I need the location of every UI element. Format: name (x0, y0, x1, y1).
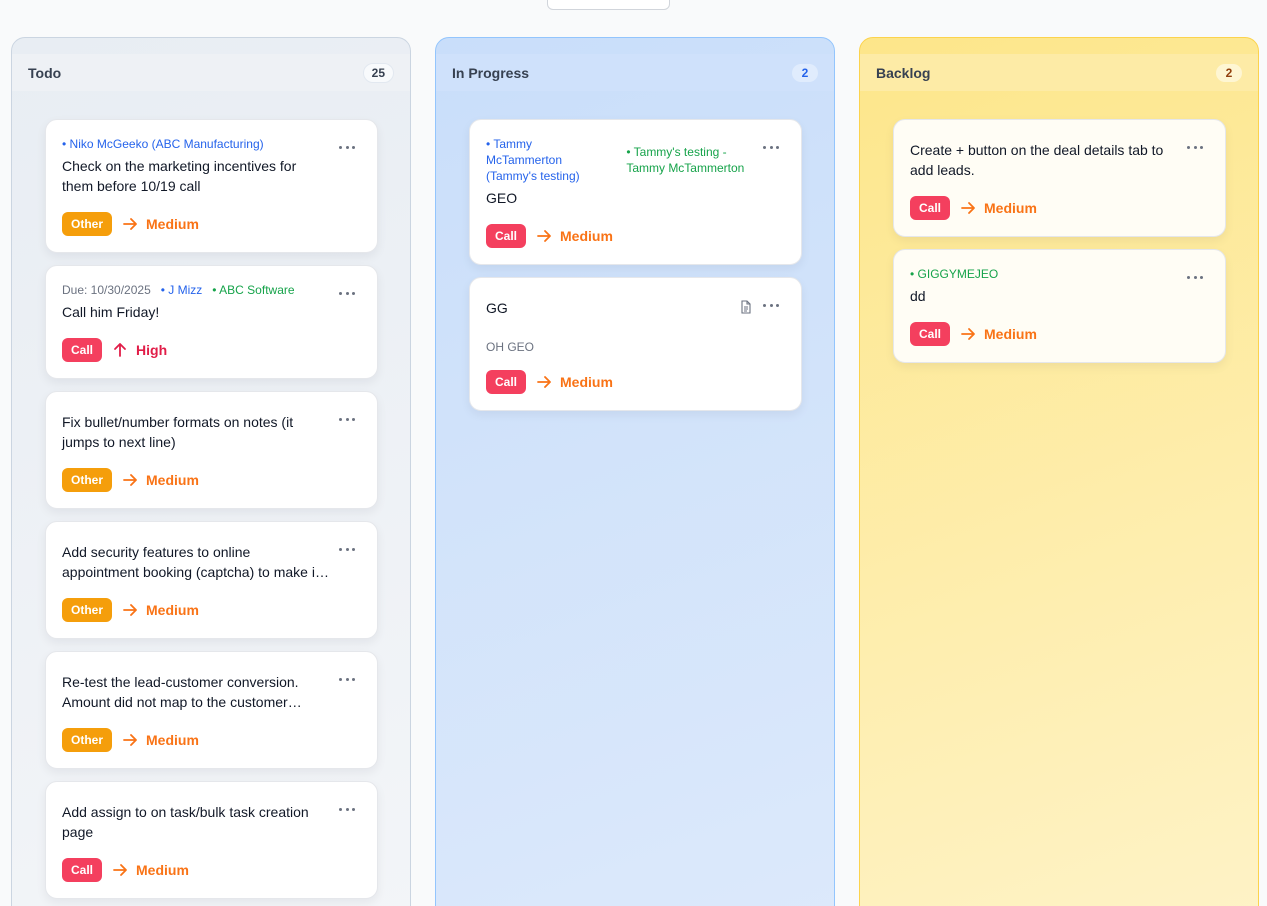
column-count-badge: 25 (362, 62, 394, 83)
card-footer: Other Medium (62, 468, 361, 492)
type-tag: Call (486, 370, 527, 394)
arrow-right-icon (123, 474, 137, 486)
type-tag: Other (62, 728, 113, 752)
card-meta: GIGGYMEJEO (910, 266, 1209, 282)
task-card[interactable]: Re-test the lead-customer conversion. Am… (45, 651, 378, 769)
priority-label: High (112, 342, 167, 358)
column-title: In Progress (452, 64, 530, 81)
column-header: In Progress 2 (436, 54, 834, 91)
card-footer: Call Medium (486, 224, 785, 248)
due-date: Due: 10/30/2025 (62, 283, 151, 297)
column-count-badge: 2 (792, 63, 818, 82)
card-title: Add security features to online appointm… (62, 544, 319, 580)
card-title: Call him Friday! (62, 304, 160, 320)
column-header: Backlog 2 (860, 54, 1258, 91)
column-title: Backlog (876, 64, 931, 81)
priority-label: Medium (536, 374, 613, 390)
priority-label: Medium (536, 228, 613, 244)
company-link[interactable]: ABC Software (212, 282, 294, 298)
task-card[interactable]: GG OH GEO Call Medium (469, 277, 802, 411)
more-horizontal-icon[interactable] (763, 300, 779, 310)
document-icon[interactable] (739, 300, 753, 314)
card-footer: Other Medium (62, 728, 361, 752)
task-card[interactable]: Due: 10/30/2025 J Mizz ABC Software Call… (45, 265, 378, 379)
card-title: dd (910, 288, 926, 304)
card-title: Check on the marketing incentives for th… (62, 158, 297, 194)
arrow-up-icon (114, 343, 126, 357)
arrow-right-icon (961, 202, 975, 214)
arrow-right-icon (123, 218, 137, 230)
contact-link[interactable]: Niko McGeeko (ABC Manufacturing) (62, 136, 264, 152)
card-title: Create + button on the deal details tab … (910, 142, 1164, 178)
task-card[interactable]: Add assign to on task/bulk task creation… (45, 781, 378, 899)
type-tag: Call (62, 858, 103, 882)
task-card[interactable]: Niko McGeeko (ABC Manufacturing) Check o… (45, 119, 378, 253)
card-footer: Call High (62, 338, 361, 362)
column-count-badge: 2 (1216, 63, 1242, 82)
more-horizontal-icon[interactable] (339, 544, 355, 554)
card-footer: Call Medium (486, 370, 785, 394)
type-tag: Call (910, 322, 951, 346)
card-footer: Other Medium (62, 212, 361, 236)
card-meta: Due: 10/30/2025 J Mizz ABC Software (62, 282, 361, 298)
priority-label: Medium (960, 200, 1037, 216)
type-tag: Other (62, 598, 113, 622)
more-horizontal-icon[interactable] (763, 142, 779, 152)
arrow-right-icon (113, 864, 127, 876)
arrow-right-icon (123, 734, 137, 746)
card-footer: Call Medium (910, 322, 1209, 346)
card-description: OH GEO (486, 340, 535, 354)
more-horizontal-icon[interactable] (1187, 142, 1203, 152)
task-card[interactable]: Create + button on the deal details tab … (893, 119, 1226, 237)
more-horizontal-icon[interactable] (1187, 272, 1203, 282)
priority-label: Medium (122, 602, 199, 618)
more-horizontal-icon[interactable] (339, 288, 355, 298)
type-tag: Call (910, 196, 951, 220)
top-tab[interactable] (547, 0, 670, 10)
company-link[interactable]: GIGGYMEJEO (910, 266, 999, 282)
more-horizontal-icon[interactable] (339, 142, 355, 152)
arrow-right-icon (537, 230, 551, 242)
card-footer: Call Medium (910, 196, 1209, 220)
priority-label: Medium (122, 472, 199, 488)
company-link[interactable]: Tammy's testing - Tammy McTammerton (626, 144, 755, 184)
arrow-right-icon (537, 376, 551, 388)
priority-label: Medium (122, 216, 199, 232)
card-title: Re-test the lead-customer conversion. Am… (62, 674, 299, 710)
card-meta: Tammy McTammerton (Tammy's testing) Tamm… (486, 136, 785, 184)
type-tag: Other (62, 468, 113, 492)
column-in-progress: In Progress 2 Tammy McTammerton (Tammy's… (435, 37, 835, 906)
column-todo: Todo 25 Niko McGeeko (ABC Manufacturing)… (11, 37, 411, 906)
contact-link[interactable]: Tammy McTammerton (Tammy's testing) (486, 136, 596, 184)
card-title: GEO (486, 190, 518, 206)
more-horizontal-icon[interactable] (339, 674, 355, 684)
card-footer: Other Medium (62, 598, 361, 622)
arrow-right-icon (123, 604, 137, 616)
card-footer: Call Medium (62, 858, 361, 882)
type-tag: Call (62, 338, 103, 362)
more-horizontal-icon[interactable] (339, 804, 355, 814)
more-horizontal-icon[interactable] (339, 414, 355, 424)
type-tag: Other (62, 212, 113, 236)
type-tag: Call (486, 224, 527, 248)
priority-label: Medium (112, 862, 189, 878)
task-card[interactable]: Tammy McTammerton (Tammy's testing) Tamm… (469, 119, 802, 265)
card-title: Fix bullet/number formats on notes (it j… (62, 414, 294, 450)
task-card[interactable]: Add security features to online appointm… (45, 521, 378, 639)
contact-link[interactable]: J Mizz (161, 282, 202, 298)
task-card[interactable]: Fix bullet/number formats on notes (it j… (45, 391, 378, 509)
card-meta: Niko McGeeko (ABC Manufacturing) (62, 136, 361, 152)
column-backlog: Backlog 2 Create + button on the deal de… (859, 37, 1259, 906)
column-header: Todo 25 (12, 54, 410, 91)
priority-label: Medium (122, 732, 199, 748)
arrow-right-icon (961, 328, 975, 340)
card-title: Add assign to on task/bulk task creation… (62, 804, 309, 840)
priority-label: Medium (960, 326, 1037, 342)
column-title: Todo (28, 64, 62, 81)
task-card[interactable]: GIGGYMEJEO dd Call Medium (893, 249, 1226, 363)
